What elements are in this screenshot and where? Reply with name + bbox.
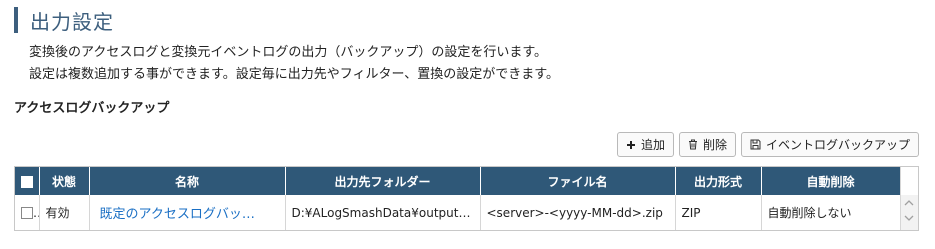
row-format: ZIP — [675, 195, 762, 230]
description-line-1: 変換後のアクセスログと変換元イベントログの出力（バックアップ）の設定を行います。 — [29, 45, 548, 60]
add-button[interactable]: 追加 — [616, 132, 674, 157]
backup-settings-table: 状態 名称 出力先フォルダー ファイル名 出力形式 自動削除 有効 既定のアクセ… — [15, 167, 901, 230]
row-filename: <server>-<yyyy-MM-dd>.zip — [480, 195, 676, 230]
chevron-up-icon[interactable] — [904, 199, 914, 209]
row-folder: D:¥ALogSmashData¥output… — [285, 195, 481, 230]
add-button-label: 追加 — [640, 138, 665, 152]
title-accent-bar — [14, 7, 18, 33]
row-checkbox[interactable] — [21, 207, 33, 220]
page-header: 出力設定 — [14, 6, 114, 34]
delete-button[interactable]: 削除 — [678, 132, 736, 157]
description-line-2: 設定は複数追加する事ができます。設定毎に出力先やフィルター、置換の設定ができます… — [29, 67, 560, 82]
toolbar: 追加 削除 イベントログバックアップ — [616, 132, 919, 157]
save-icon — [750, 139, 761, 150]
table-header-row: 状態 名称 出力先フォルダー ファイル名 出力形式 自動削除 — [15, 167, 901, 195]
column-header-name[interactable]: 名称 — [89, 167, 286, 195]
row-select-cell[interactable] — [15, 195, 40, 230]
row-name-link[interactable]: 既定のアクセスログバッ… — [100, 207, 255, 222]
trash-icon — [688, 139, 698, 150]
event-log-backup-button[interactable]: イベントログバックアップ — [740, 132, 919, 157]
plus-icon — [626, 140, 636, 150]
row-name-cell: 既定のアクセスログバッ… — [89, 195, 286, 230]
column-header-filename[interactable]: ファイル名 — [480, 167, 676, 195]
row-auto-delete: 自動削除しない — [761, 195, 901, 230]
delete-button-label: 削除 — [702, 138, 727, 152]
row-status: 有効 — [39, 195, 90, 230]
column-header-status[interactable]: 状態 — [39, 167, 90, 195]
table-row[interactable]: 有効 既定のアクセスログバッ… D:¥ALogSmashData¥output…… — [15, 195, 901, 230]
event-log-backup-label: イベントログバックアップ — [765, 138, 910, 152]
select-all-checkbox[interactable] — [21, 175, 33, 188]
select-all-header[interactable] — [15, 167, 40, 195]
column-header-format[interactable]: 出力形式 — [675, 167, 762, 195]
vertical-scrollbar[interactable] — [900, 167, 918, 230]
chevron-down-icon[interactable] — [904, 214, 914, 224]
section-title: アクセスログバックアップ — [14, 101, 170, 116]
backup-settings-grid: 状態 名称 出力先フォルダー ファイル名 出力形式 自動削除 有効 既定のアクセ… — [14, 166, 919, 231]
page-title: 出力設定 — [30, 9, 114, 34]
column-header-auto-delete[interactable]: 自動削除 — [761, 167, 901, 195]
column-header-folder[interactable]: 出力先フォルダー — [285, 167, 481, 195]
